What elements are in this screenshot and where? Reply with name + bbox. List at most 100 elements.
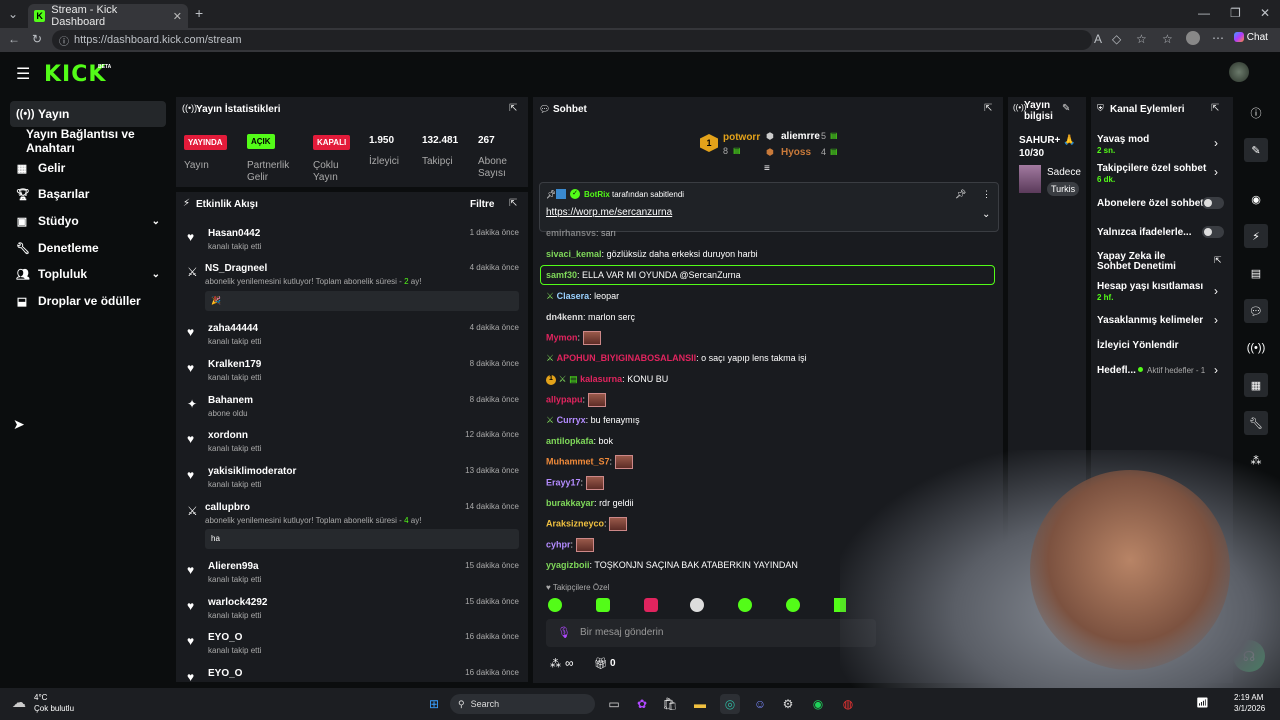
activity-username[interactable]: warlock4292 xyxy=(208,597,268,608)
activity-username[interactable]: EYO_O xyxy=(208,668,242,679)
gift-box-icon[interactable]: 🎁︎ xyxy=(594,657,608,670)
activity-username[interactable]: Bahanem xyxy=(208,395,253,406)
taskbar-search[interactable]: ⚲ Search xyxy=(450,694,595,714)
chat-username[interactable]: Clasera xyxy=(557,291,590,301)
chevron-right-icon[interactable]: › xyxy=(1214,136,1218,150)
emote-icon[interactable] xyxy=(738,598,752,612)
profile-avatar[interactable] xyxy=(1186,31,1200,45)
edit-icon[interactable]: ✎ xyxy=(1244,138,1268,162)
tab-close-icon[interactable]: ✕ xyxy=(173,10,182,23)
broadcast-icon[interactable]: ((•)) xyxy=(1244,336,1268,360)
close-window-icon[interactable]: ✕ xyxy=(1260,6,1270,20)
leader-name[interactable]: potworr xyxy=(723,132,760,143)
task-view-icon[interactable]: ▭ xyxy=(604,694,624,714)
chat-username[interactable]: sivaci_kemal xyxy=(546,249,602,259)
sidebar-item-yayin[interactable]: ((•)) Yayın xyxy=(10,101,166,127)
extensions-icon[interactable]: ◇ xyxy=(1112,32,1121,46)
sidebar-item-basarilar[interactable]: 🏆︎ Başarılar xyxy=(10,181,166,207)
activity-username[interactable]: zaha44444 xyxy=(208,323,258,334)
emotes-only-toggle[interactable] xyxy=(1202,226,1224,238)
back-icon[interactable]: ← xyxy=(8,32,20,46)
followers-only-chat-label[interactable]: Takipçilere özel sohbet xyxy=(1097,163,1206,174)
wrench-icon[interactable]: 🔧︎ xyxy=(1244,411,1268,435)
document-icon[interactable]: ▤ xyxy=(1244,261,1268,285)
popout-icon[interactable]: ⇱ xyxy=(509,198,517,209)
user-avatar[interactable] xyxy=(1229,62,1249,82)
emote-icon[interactable] xyxy=(644,598,658,612)
chat-bubble-icon[interactable]: 💬︎ xyxy=(1244,299,1268,323)
activity-username[interactable]: Kralken179 xyxy=(208,359,261,370)
leader-name[interactable]: aliemrre xyxy=(781,131,820,142)
new-tab-icon[interactable]: + xyxy=(195,5,203,21)
chat-username[interactable]: Mymon xyxy=(546,332,578,342)
chat-username[interactable]: Curryx xyxy=(557,415,586,425)
more-options-icon[interactable]: ⋮ xyxy=(982,189,991,200)
chevron-right-icon[interactable]: › xyxy=(1214,313,1218,327)
banned-words-label[interactable]: Yasaklanmış kelimeler xyxy=(1097,315,1203,326)
chat-username[interactable]: APOHUN_BIYIGINABOSALANSII xyxy=(557,353,697,363)
hamburger-menu-icon[interactable]: ☰ xyxy=(16,64,30,84)
account-age-label[interactable]: Hesap yaşı kısıtlaması xyxy=(1097,281,1203,292)
app-icon[interactable]: ◍ xyxy=(838,694,858,714)
category-thumbnail[interactable] xyxy=(1019,165,1041,193)
popout-icon[interactable]: ⇱ xyxy=(509,103,517,114)
sidebar-item-gelir[interactable]: ▦ Gelir xyxy=(10,155,166,181)
chat-username[interactable]: kalasurna xyxy=(580,374,622,384)
emote-icon[interactable] xyxy=(786,598,800,612)
store-icon[interactable]: 🛍︎ xyxy=(660,694,680,714)
emote-icon[interactable] xyxy=(596,598,610,612)
activity-username[interactable]: callupbro xyxy=(205,502,250,513)
more-menu-icon[interactable]: ⋯ xyxy=(1212,31,1224,45)
emote-icon[interactable] xyxy=(690,598,704,612)
popout-icon[interactable]: ⇱ xyxy=(984,103,992,114)
info-icon[interactable]: ⓘ xyxy=(1244,101,1268,125)
windows-start-icon[interactable]: ⊞ xyxy=(424,694,444,714)
activity-username[interactable]: NS_Dragneel xyxy=(205,263,267,274)
minimize-icon[interactable]: — xyxy=(1198,6,1210,20)
goals-label[interactable]: Hedefl... xyxy=(1097,365,1136,376)
sidebar-item-stream-key[interactable]: Yayın Bağlantısı ve Anahtarı xyxy=(10,127,166,155)
discord-icon[interactable]: ☺ xyxy=(750,694,770,714)
chat-username[interactable]: antilopkafa xyxy=(546,436,594,446)
site-info-icon[interactable]: ⓘ xyxy=(59,33,69,48)
file-explorer-icon[interactable]: ▬ xyxy=(690,694,710,714)
sidebar-item-droplar[interactable]: ⬓ Droplar ve ödüller xyxy=(10,288,166,314)
browser-tab[interactable]: K Stream - Kick Dashboard ✕ xyxy=(28,4,188,28)
activity-username[interactable]: yakisiklimoderator xyxy=(208,466,296,477)
steam-icon[interactable]: ⚙︎ xyxy=(778,694,798,714)
chat-username[interactable]: samf30 xyxy=(546,270,577,280)
layout-icon[interactable]: ▦ xyxy=(1244,373,1268,397)
unpin-icon[interactable]: 📌︎ xyxy=(955,189,966,200)
chat-username[interactable]: dn4kenn xyxy=(546,312,583,322)
chat-username[interactable]: Erayy17 xyxy=(546,477,581,487)
chat-username[interactable]: Muhammet_S7 xyxy=(546,456,610,466)
edge-icon[interactable]: ◎ xyxy=(720,694,740,714)
sidebar-item-studyo[interactable]: ▣ Stüdyo ⌄ xyxy=(10,208,166,234)
activity-username[interactable]: Hasan0442 xyxy=(208,228,260,239)
ai-moderation-label[interactable]: Yapay Zeka ile Sohbet Denetimi xyxy=(1097,252,1201,272)
chevron-right-icon[interactable]: › xyxy=(1214,284,1218,298)
favorite-star-icon[interactable]: ☆ xyxy=(1136,32,1147,46)
lightning-icon[interactable]: ⚡︎ xyxy=(1244,224,1268,248)
chevron-right-icon[interactable]: › xyxy=(1214,165,1218,179)
chevron-down-icon[interactable]: ⌄ xyxy=(982,209,990,220)
chat-username[interactable]: burakkayar xyxy=(546,498,594,508)
popout-icon[interactable]: ⇱ xyxy=(1211,103,1219,114)
external-link-icon[interactable]: ⇱ xyxy=(1214,255,1222,266)
category-name[interactable]: Sadece xyxy=(1047,167,1081,178)
copilot-taskbar-icon[interactable]: ✿ xyxy=(632,694,652,714)
collections-icon[interactable]: ☆ xyxy=(1162,32,1173,46)
sidebar-item-topluluk[interactable]: 👥︎ Topluluk ⌄ xyxy=(10,261,166,287)
url-field[interactable]: ⓘ https://dashboard.kick.com/stream xyxy=(52,30,1092,50)
activity-username[interactable]: Alieren99a xyxy=(208,561,259,572)
subscribers-only-toggle[interactable] xyxy=(1202,197,1224,209)
camera-icon[interactable]: ◉ xyxy=(1244,187,1268,211)
filter-button[interactable]: Filtre xyxy=(470,199,494,210)
microphone-icon[interactable]: 🎙︎ xyxy=(557,626,571,639)
activity-username[interactable]: xordonn xyxy=(208,430,248,441)
read-aloud-icon[interactable]: A xyxy=(1094,32,1102,46)
copilot-button[interactable]: Chat xyxy=(1234,32,1268,43)
sidebar-item-denetleme[interactable]: 🔧︎ Denetleme xyxy=(10,235,166,261)
maximize-icon[interactable]: ❐ xyxy=(1230,6,1241,20)
chat-username[interactable]: cyhpr xyxy=(546,539,571,549)
